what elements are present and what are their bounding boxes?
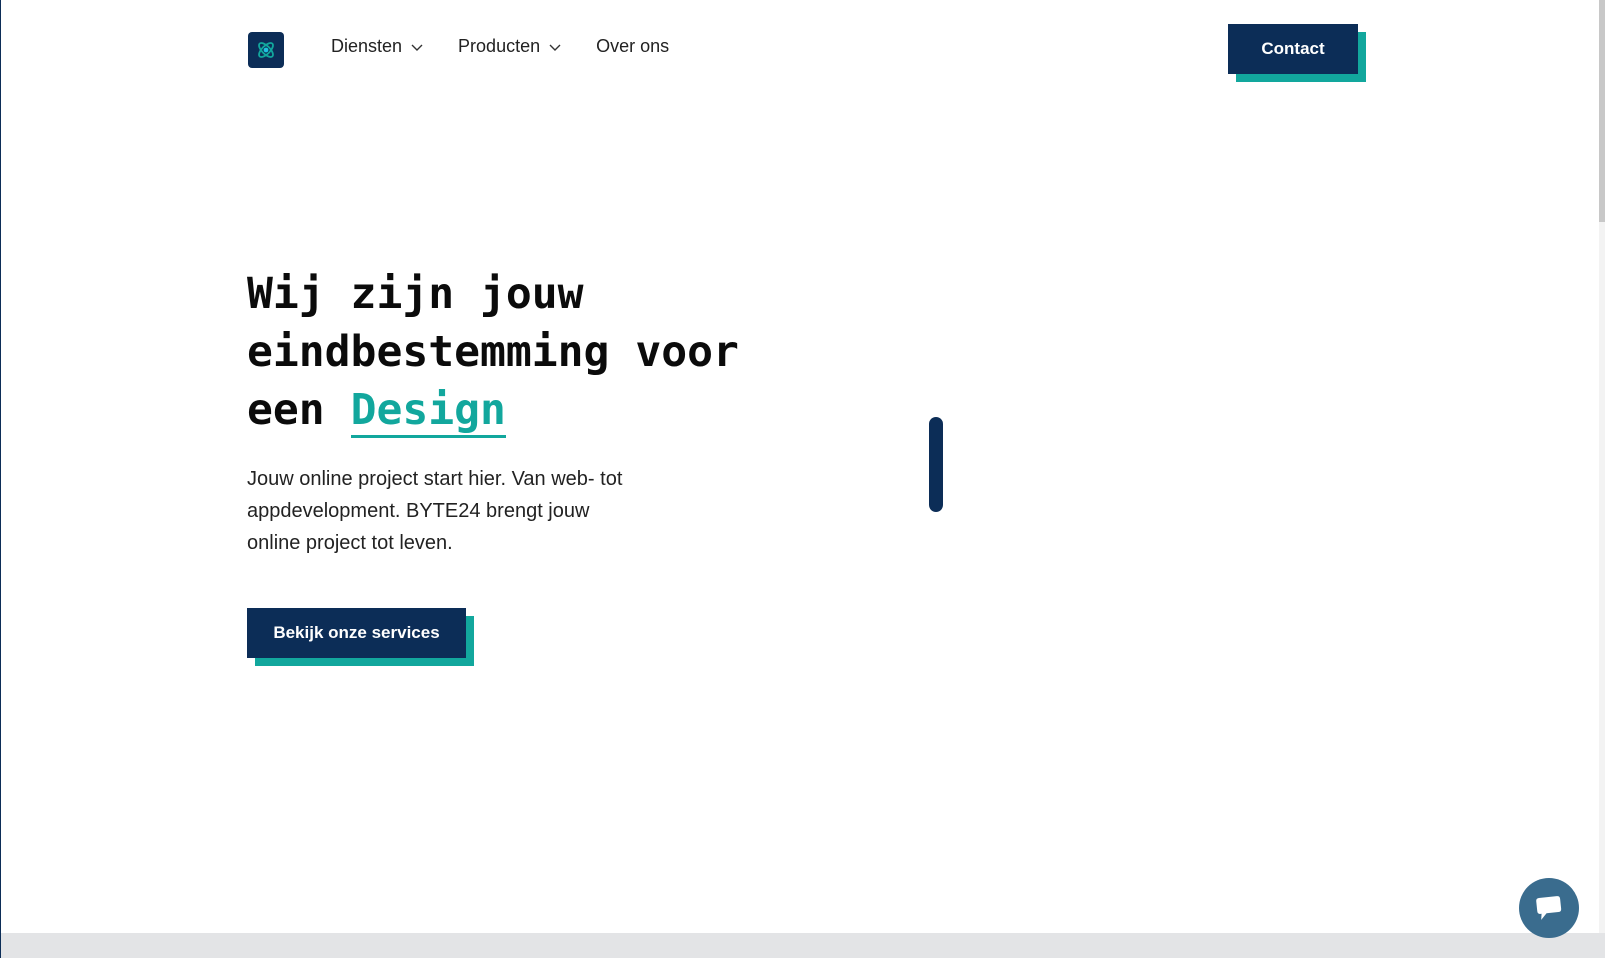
chevron-down-icon <box>411 44 423 51</box>
next-section-edge <box>1 933 1605 958</box>
page-scrollbar[interactable] <box>1599 0 1605 958</box>
contact-button-wrapper: Contact <box>1228 24 1366 83</box>
page: Diensten Producten Over ons Contact Wij … <box>0 0 1605 958</box>
nav-item-label: Over ons <box>596 36 670 56</box>
site-header: Diensten Producten Over ons Contact <box>1 0 1605 100</box>
chevron-down-icon <box>549 44 561 51</box>
hero-title-line3-prefix: een <box>247 385 351 435</box>
hero-title: Wij zijn jouw eindbestemming voor een De… <box>247 265 807 439</box>
hero-title-accent: Design <box>350 385 506 438</box>
contact-button[interactable]: Contact <box>1228 24 1358 74</box>
nav-item-diensten[interactable]: Diensten <box>331 36 424 57</box>
hero-title-line2: eindbestemming voor <box>247 327 739 377</box>
services-button-wrapper: Bekijk onze services <box>247 608 476 667</box>
nav-item-label: Diensten <box>331 36 403 56</box>
hero-description: Jouw online project start hier. Van web-… <box>247 468 623 554</box>
byte24-logo-icon[interactable] <box>248 32 284 68</box>
scrollbar-thumb[interactable] <box>1599 0 1605 222</box>
main-nav: Diensten Producten Over ons <box>331 36 669 57</box>
nav-item-label: Producten <box>458 36 541 56</box>
chat-button[interactable] <box>1519 878 1579 938</box>
services-button[interactable]: Bekijk onze services <box>247 608 466 658</box>
chat-icon <box>1536 896 1562 920</box>
scroll-indicator <box>929 417 943 512</box>
hero-title-line1: Wij zijn jouw <box>247 269 584 319</box>
nav-item-over-ons[interactable]: Over ons <box>596 36 669 57</box>
nav-item-producten[interactable]: Producten <box>458 36 562 57</box>
